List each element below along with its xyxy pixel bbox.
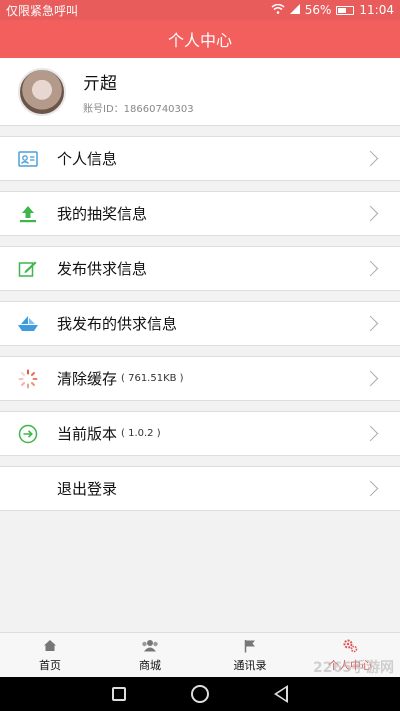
chevron-right-icon bbox=[362, 205, 379, 222]
menu-item-label: 清除缓存 bbox=[57, 370, 118, 388]
menu-item-label: 我的抽奖信息 bbox=[57, 205, 148, 223]
menu-item-label: 个人信息 bbox=[57, 150, 118, 168]
menu-item-logout[interactable]: 退出登录 bbox=[0, 466, 400, 511]
signal-icon bbox=[289, 3, 300, 17]
profile-card[interactable]: 亓超 账号ID：18660740303 bbox=[0, 58, 400, 126]
gear-icon bbox=[342, 638, 358, 654]
chevron-right-icon bbox=[362, 370, 379, 387]
spinner-icon bbox=[17, 368, 39, 390]
menu-item-lottery-info[interactable]: 我的抽奖信息 bbox=[0, 191, 400, 236]
title-bar: 个人中心 bbox=[0, 20, 400, 58]
users-icon bbox=[141, 638, 159, 654]
battery-percent: 56% bbox=[304, 3, 332, 17]
menu-item-profile-info[interactable]: 个人信息 bbox=[0, 136, 400, 181]
menu-item-post-supply[interactable]: 发布供求信息 bbox=[0, 246, 400, 291]
user-name: 亓超 bbox=[83, 73, 117, 94]
recents-button[interactable] bbox=[112, 687, 127, 701]
upload-icon bbox=[17, 203, 39, 225]
cache-size: ( 761.51KB ) bbox=[121, 373, 184, 384]
carrier-text: 仅限紧急呼叫 bbox=[6, 3, 79, 18]
back-button[interactable] bbox=[273, 685, 288, 703]
battery-icon bbox=[336, 5, 355, 15]
tab-mall[interactable]: 商城 bbox=[100, 633, 200, 677]
tab-contacts[interactable]: 通讯录 bbox=[200, 633, 300, 677]
tab-label: 首页 bbox=[39, 658, 61, 672]
system-navigation-bar bbox=[0, 677, 400, 711]
menu-item-version[interactable]: 当前版本 ( 1.0.2 ) bbox=[0, 411, 400, 456]
clock: 11:04 bbox=[359, 3, 394, 17]
menu-item-label: 发布供求信息 bbox=[57, 260, 148, 278]
home-button[interactable] bbox=[190, 685, 209, 703]
id-card-icon bbox=[17, 148, 39, 170]
chevron-right-icon bbox=[362, 425, 379, 442]
flag-icon bbox=[244, 638, 256, 654]
chevron-right-icon bbox=[362, 480, 379, 497]
avatar[interactable] bbox=[18, 67, 66, 116]
edit-icon bbox=[17, 258, 39, 280]
wifi-icon bbox=[271, 3, 285, 17]
chevron-right-icon bbox=[362, 260, 379, 277]
chevron-right-icon bbox=[362, 315, 379, 332]
watermark-logo: 2265手游网 bbox=[313, 660, 394, 676]
menu-item-label: 退出登录 bbox=[57, 480, 118, 498]
tab-home[interactable]: 首页 bbox=[0, 633, 100, 677]
home-icon bbox=[43, 638, 57, 654]
menu-item-clear-cache[interactable]: 清除缓存 ( 761.51KB ) bbox=[0, 356, 400, 401]
version-number: ( 1.0.2 ) bbox=[121, 428, 161, 439]
tab-label: 通讯录 bbox=[233, 658, 267, 672]
settings-menu: 个人信息 我的抽奖信息 发布供求信息 我发布的供求信息 清除缓存 (761.5… bbox=[0, 136, 400, 521]
menu-item-label: 我发布的供求信息 bbox=[57, 315, 178, 333]
menu-item-label: 当前版本 bbox=[57, 425, 118, 443]
user-id: 账号ID：18660740303 bbox=[83, 103, 194, 115]
boat-icon bbox=[17, 313, 39, 335]
status-bar: 仅限紧急呼叫 56% 11:04 bbox=[0, 0, 400, 20]
chevron-right-icon bbox=[362, 150, 379, 167]
tab-label: 商城 bbox=[139, 658, 161, 672]
page-title: 个人中心 bbox=[167, 31, 232, 50]
arrow-circle-icon bbox=[17, 423, 39, 445]
menu-item-my-posts[interactable]: 我发布的供求信息 bbox=[0, 301, 400, 346]
